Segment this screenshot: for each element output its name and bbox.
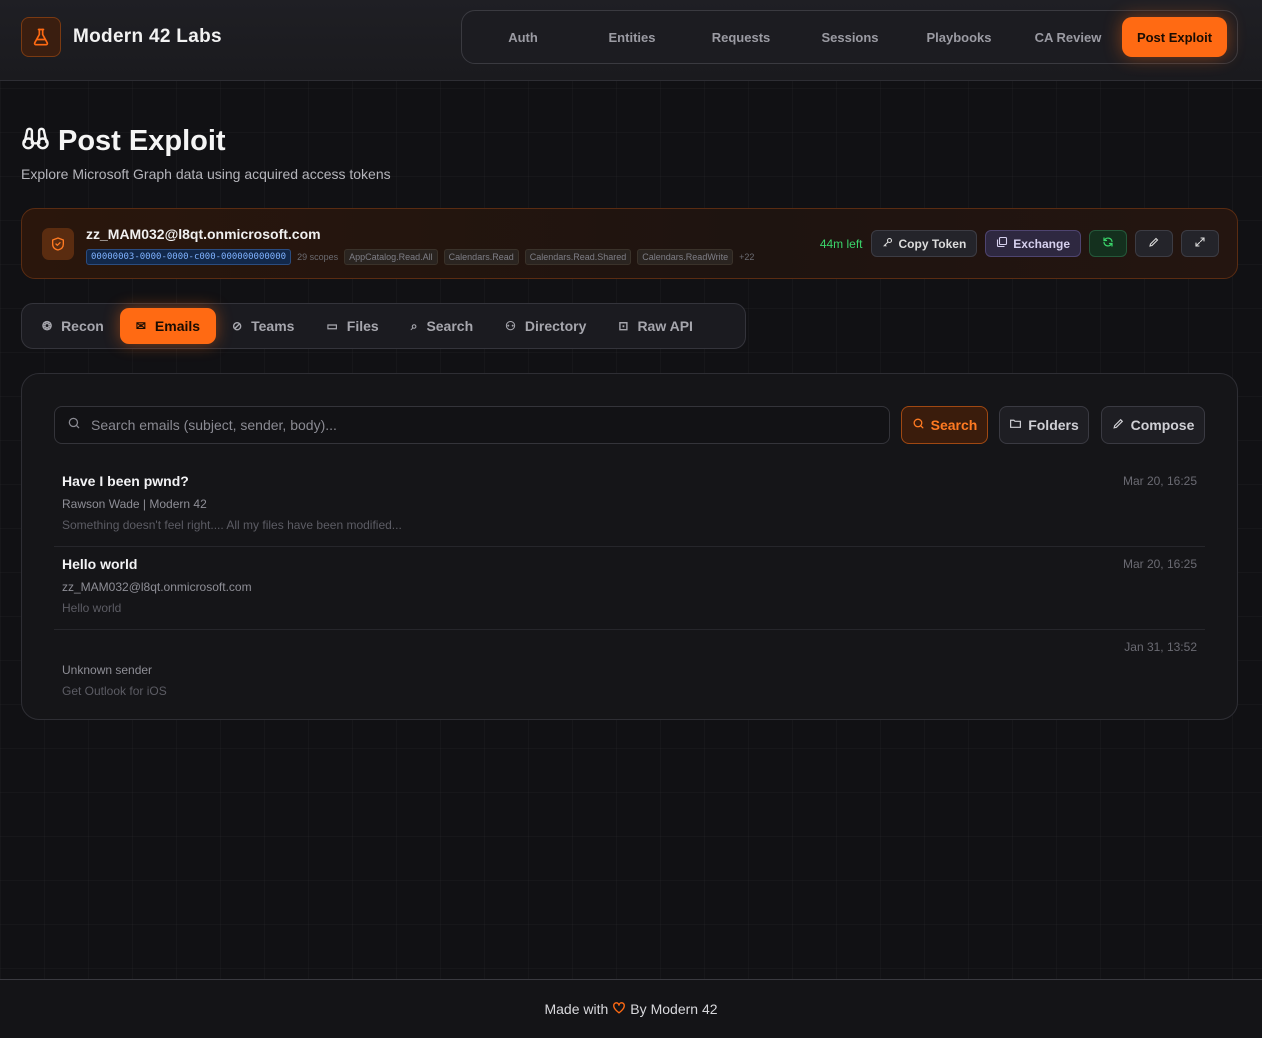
pencil-icon [1148, 236, 1160, 251]
exchange-icon [996, 236, 1008, 251]
active-token-card: zz_MAM032@l8qt.onmicrosoft.com 00000003-… [21, 208, 1238, 279]
users-icon: ⚇ [505, 319, 516, 333]
terminal-icon: ⊡ [618, 319, 629, 333]
scope-chip: AppCatalog.Read.All [344, 249, 438, 265]
key-icon [882, 236, 894, 251]
emails-panel: Search Folders Compose Have I been pwnd?… [21, 373, 1238, 720]
email-preview: Hello world [62, 601, 122, 615]
scope-count: 29 scopes [297, 252, 339, 262]
expand-token-button[interactable] [1181, 230, 1219, 257]
tab-files[interactable]: ▭ Files [310, 308, 394, 344]
tab-teams[interactable]: ⊘ Teams [216, 308, 310, 344]
nav-auth[interactable]: Auth [468, 17, 578, 57]
search-icon [67, 416, 81, 435]
email-date: Mar 20, 16:25 [1122, 557, 1197, 571]
exchange-button[interactable]: Exchange [985, 230, 1081, 257]
email-search-box [54, 406, 890, 444]
email-sender: zz_MAM032@l8qt.onmicrosoft.com [62, 580, 252, 594]
tab-recon[interactable]: ❂ Recon [26, 308, 120, 344]
scope-chip: Calendars.Read [443, 249, 519, 265]
tab-emails[interactable]: ✉ Emails [119, 308, 217, 344]
edit-token-button[interactable] [1135, 230, 1173, 257]
footer-by: By [630, 1001, 647, 1017]
refresh-icon [1102, 236, 1114, 251]
tab-label: Recon [61, 318, 104, 334]
copy-token-button[interactable]: Copy Token [870, 230, 978, 257]
footer-author-link[interactable]: Modern 42 [651, 1001, 718, 1017]
tab-label: Directory [524, 318, 587, 334]
nav-playbooks[interactable]: Playbooks [904, 17, 1014, 57]
email-subject: Hello world [62, 556, 138, 572]
chat-icon: ⊘ [232, 319, 243, 333]
page-title: Post Exploit [58, 124, 226, 157]
top-bar: Modern 42 Labs Auth Entities Requests Se… [0, 0, 1262, 81]
search-icon [912, 417, 925, 433]
nav-sessions[interactable]: Sessions [796, 17, 904, 57]
page-heading: Post Exploit [21, 124, 226, 158]
scope-row: 00000003-0000-0000-c000-000000000000 29 … [86, 249, 754, 265]
binoculars-icon [21, 124, 50, 158]
scope-more-count[interactable]: +22 [739, 252, 754, 262]
search-button[interactable]: Search [901, 406, 988, 444]
scope-chip: Calendars.ReadWrite [637, 249, 734, 265]
post-exploit-tabs: ❂ Recon ✉ Emails ⊘ Teams ▭ Files ⌕ Searc… [21, 303, 746, 349]
brand[interactable]: Modern 42 Labs [21, 17, 222, 57]
pencil-icon [1112, 417, 1125, 433]
email-date: Mar 20, 16:25 [1122, 474, 1197, 488]
email-preview: Get Outlook for iOS [62, 684, 167, 698]
email-preview: Something doesn't feel right.... All my … [62, 518, 402, 532]
search-button-label: Search [930, 417, 978, 433]
token-time-left: 44m left [819, 236, 863, 251]
nav-post-exploit[interactable]: Post Exploit [1122, 17, 1227, 57]
tab-label: Teams [251, 318, 295, 334]
tab-raw-api[interactable]: ⊡ Raw API [602, 308, 709, 344]
email-search-input[interactable] [91, 417, 851, 433]
heart-icon [612, 1001, 626, 1017]
folder-icon [1009, 417, 1022, 433]
search-icon: ⌕ [410, 318, 418, 333]
refresh-token-button[interactable] [1089, 230, 1127, 257]
page-subtitle: Explore Microsoft Graph data using acqui… [21, 166, 391, 182]
email-item[interactable]: Hello world zz_MAM032@l8qt.onmicrosoft.c… [54, 547, 1205, 630]
tab-label: Raw API [637, 318, 693, 334]
email-subject: Have I been pwnd? [62, 473, 189, 489]
tab-label: Emails [154, 318, 201, 334]
mail-icon: ✉ [135, 319, 146, 333]
flask-icon [21, 17, 61, 57]
footer-made-with: Made with [544, 1001, 609, 1017]
token-email: zz_MAM032@l8qt.onmicrosoft.com [86, 226, 321, 242]
email-sender: Rawson Wade | Modern 42 [62, 497, 207, 511]
tenant-id-badge: 00000003-0000-0000-c000-000000000000 [86, 249, 292, 265]
email-date: Jan 31, 13:52 [1124, 640, 1197, 654]
footer: Made with By Modern 42 [0, 979, 1262, 1038]
shield-icon [42, 228, 74, 260]
email-sender: Unknown sender [62, 663, 153, 677]
email-subject [62, 639, 1197, 657]
nav-requests[interactable]: Requests [686, 17, 796, 57]
tab-directory[interactable]: ⚇ Directory [489, 308, 602, 344]
expand-icon [1194, 236, 1206, 251]
folders-button[interactable]: Folders [999, 406, 1089, 444]
email-list: Have I been pwnd? Rawson Wade | Modern 4… [54, 464, 1205, 713]
scope-chip: Calendars.Read.Shared [524, 249, 632, 265]
compose-button-label: Compose [1130, 417, 1195, 433]
token-actions: 44m left Copy Token Exchange [820, 230, 1219, 257]
main-nav: Auth Entities Requests Sessions Playbook… [461, 10, 1238, 64]
nav-entities[interactable]: Entities [578, 17, 686, 57]
email-item[interactable]: Unknown sender Get Outlook for iOS Jan 3… [54, 630, 1205, 713]
nav-ca-review[interactable]: CA Review [1014, 17, 1122, 57]
tab-label: Files [346, 318, 379, 334]
folders-button-label: Folders [1028, 417, 1079, 433]
exchange-label: Exchange [1013, 236, 1070, 251]
email-item[interactable]: Have I been pwnd? Rawson Wade | Modern 4… [54, 464, 1205, 547]
brand-name: Modern 42 Labs [73, 26, 222, 47]
tab-search[interactable]: ⌕ Search [395, 308, 489, 344]
folder-icon: ▭ [326, 319, 338, 333]
tab-label: Search [426, 318, 474, 334]
compose-button[interactable]: Compose [1101, 406, 1205, 444]
robot-icon: ❂ [42, 319, 53, 333]
copy-token-label: Copy Token [898, 236, 967, 251]
